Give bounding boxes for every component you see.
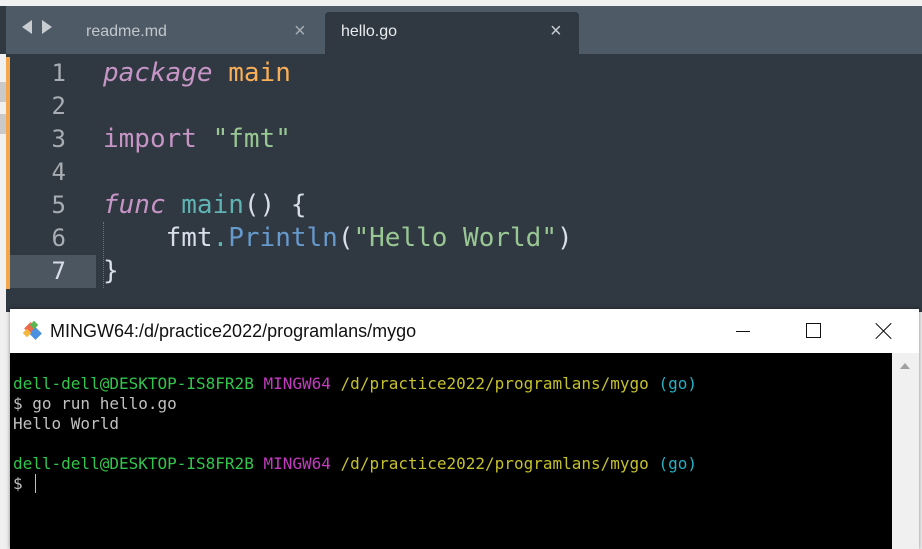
closing-brace: }	[103, 256, 119, 286]
maximize-icon	[806, 323, 821, 338]
minimize-icon	[736, 331, 750, 332]
code-line-3: import "fmt"	[103, 123, 291, 156]
tab-bar: readme.md × hello.go ×	[6, 6, 922, 54]
close-icon[interactable]: ×	[294, 20, 306, 42]
prompt-path: /d/practice2022/programlans/mygo	[340, 374, 649, 393]
back-arrow-icon[interactable]	[22, 20, 32, 34]
window-title: MINGW64:/d/practice2022/programlans/mygo	[50, 321, 417, 341]
scrollbar[interactable]	[892, 353, 919, 549]
forward-arrow-icon[interactable]	[42, 20, 52, 34]
function-name: main	[181, 190, 244, 220]
method-call: Println	[228, 223, 338, 253]
keyword-import: import	[103, 124, 197, 154]
git-bash-icon	[22, 320, 42, 340]
line-number-current: 7	[51, 257, 66, 285]
prompt-user-host: dell-dell@DESKTOP-IS8FR2B	[13, 374, 254, 393]
prompt-user-host: dell-dell@DESKTOP-IS8FR2B	[13, 454, 254, 473]
line-number: 4	[51, 158, 66, 186]
tab-label: readme.md	[86, 23, 167, 40]
keyword-package: package	[103, 58, 213, 88]
code-line-5: func main() {	[103, 189, 307, 222]
prompt-line: dell-dell@DESKTOP-IS8FR2B MINGW64 /d/pra…	[13, 454, 697, 474]
close-icon[interactable]: ×	[550, 20, 562, 42]
keyword-func: func	[103, 190, 166, 220]
program-output: Hello World	[13, 414, 119, 433]
func-signature: () {	[243, 190, 307, 220]
tab-readme[interactable]: readme.md ×	[68, 12, 324, 54]
string-literal: "Hello World"	[353, 223, 557, 253]
prompt-line: dell-dell@DESKTOP-IS8FR2B MINGW64 /d/pra…	[13, 374, 697, 394]
prompt-system: MINGW64	[263, 374, 331, 393]
code-line-1: package main	[103, 57, 291, 90]
prompt-system: MINGW64	[263, 454, 331, 473]
line-number: 1	[51, 59, 66, 87]
title-bar[interactable]: MINGW64:/d/practice2022/programlans/mygo	[10, 309, 919, 353]
paren-close: )	[556, 223, 573, 253]
package-ref: fmt	[165, 223, 213, 253]
line-number: 2	[51, 92, 66, 120]
terminal-output[interactable]: dell-dell@DESKTOP-IS8FR2B MINGW64 /d/pra…	[10, 353, 892, 549]
import-path: "fmt"	[212, 124, 291, 154]
prompt-branch: (go)	[658, 454, 697, 473]
text-cursor	[35, 474, 36, 493]
terminal-window[interactable]: MINGW64:/d/practice2022/programlans/mygo…	[10, 309, 919, 549]
tab-hello-go[interactable]: hello.go ×	[325, 12, 579, 54]
package-name: main	[228, 58, 291, 88]
command-line: $ go run hello.go	[13, 394, 177, 413]
close-button[interactable]	[848, 309, 918, 353]
line-number: 3	[51, 125, 66, 153]
prompt-branch: (go)	[658, 374, 697, 393]
paren-open: (	[337, 223, 354, 253]
tab-label: hello.go	[341, 23, 398, 40]
maximize-button[interactable]	[778, 309, 848, 353]
code-line-7: }	[103, 255, 119, 288]
code-line-6: fmt.Println("Hello World")	[103, 222, 573, 255]
code-editor[interactable]: readme.md × hello.go × 1 2 3 4 5 6 7 pac…	[0, 0, 922, 312]
input-line[interactable]: $	[13, 474, 32, 494]
line-number: 6	[51, 224, 66, 252]
dot: .	[212, 223, 229, 253]
line-number: 5	[51, 191, 66, 219]
scroll-up-arrow-icon[interactable]	[900, 363, 910, 369]
minimize-button[interactable]	[707, 309, 777, 353]
prompt-path: /d/practice2022/programlans/mygo	[340, 454, 649, 473]
